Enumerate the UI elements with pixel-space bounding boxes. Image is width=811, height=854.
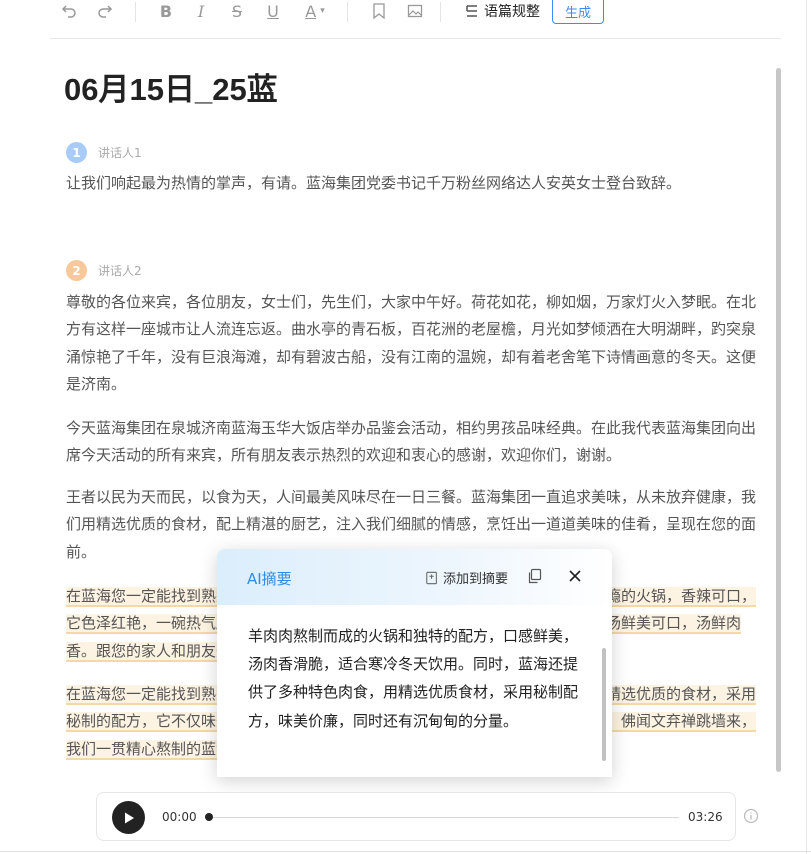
speaker-name: 讲话人2 [98, 264, 142, 278]
progress-knob[interactable] [205, 813, 213, 821]
speaker-1[interactable]: 1 讲话人1 [66, 142, 142, 163]
undo-icon[interactable] [58, 0, 80, 22]
image-icon[interactable] [404, 0, 426, 22]
speaker-2[interactable]: 2 讲话人2 [66, 260, 142, 281]
progress-track[interactable] [209, 817, 679, 818]
paragraph-format-button[interactable]: 语篇规整 [464, 1, 540, 21]
ai-summary-text: 羊肉肉熬制而成的火锅和独特的配方，口感鲜美，汤肉香滑脆，适合寒冷冬天饮用。同时，… [248, 627, 579, 730]
toolbar-divider [135, 2, 136, 22]
ai-summary-scrollbar[interactable] [602, 648, 606, 761]
toolbar-divider-line [50, 38, 781, 39]
add-to-summary-button[interactable]: 添加到摘要 [425, 568, 508, 587]
info-icon[interactable] [743, 808, 759, 824]
document-scrollbar[interactable] [776, 68, 781, 772]
window-border-bottom [0, 851, 811, 852]
add-to-summary-icon [426, 571, 437, 584]
redo-icon[interactable] [94, 0, 116, 22]
speaker-number-badge: 2 [66, 260, 87, 281]
strikethrough-icon[interactable]: S [226, 0, 248, 22]
underline-icon[interactable]: U [262, 0, 284, 22]
editor-toolbar: B I S U A ▾ 语篇规整 生成 [0, 0, 811, 38]
play-button[interactable] [112, 801, 145, 834]
bold-icon[interactable]: B [155, 0, 177, 22]
generate-button[interactable]: 生成 [552, 0, 604, 24]
close-icon[interactable] [567, 568, 583, 584]
audio-player: 00:00 03:26 [96, 792, 736, 841]
copy-icon[interactable] [527, 568, 543, 584]
ai-summary-title: AI摘要 [247, 570, 292, 588]
total-time: 03:26 [688, 810, 723, 824]
toolbar-divider [440, 2, 441, 22]
transcript-paragraph[interactable]: 尊敬的各位来宾，各位朋友，女士们，先生们，大家中午好。荷花如花，柳如烟，万家灯火… [66, 289, 756, 398]
document-title[interactable]: 06月15日_25蓝 [64, 64, 278, 109]
transcript-paragraph[interactable]: 让我们响起最为热情的掌声，有请。蓝海集团党委书记千万粉丝网络达人安英女士登台致辞… [66, 170, 756, 197]
toolbar-divider [347, 2, 348, 22]
play-icon [124, 812, 134, 823]
italic-icon[interactable]: I [190, 0, 212, 22]
current-time: 00:00 [162, 810, 197, 824]
add-to-summary-label: 添加到摘要 [443, 572, 509, 587]
paragraph-format-icon [466, 5, 477, 17]
font-color-icon[interactable]: A ▾ [298, 0, 332, 22]
transcript-paragraph[interactable]: 今天蓝海集团在泉城济南蓝海玉华大饭店举办品鉴会活动，相约男孩品味经典。在此我代表… [66, 415, 756, 470]
window-border-right [806, 0, 807, 854]
paragraph-format-label: 语篇规整 [484, 4, 540, 20]
speaker-number-badge: 1 [66, 142, 87, 163]
bookmark-icon[interactable] [368, 0, 390, 22]
speaker-name: 讲话人1 [98, 146, 142, 160]
ai-summary-popup: AI摘要 添加到摘要 羊肉肉熬制而成的火锅和独特的配方，口感鲜美，汤肉香滑脆，适… [217, 549, 612, 777]
